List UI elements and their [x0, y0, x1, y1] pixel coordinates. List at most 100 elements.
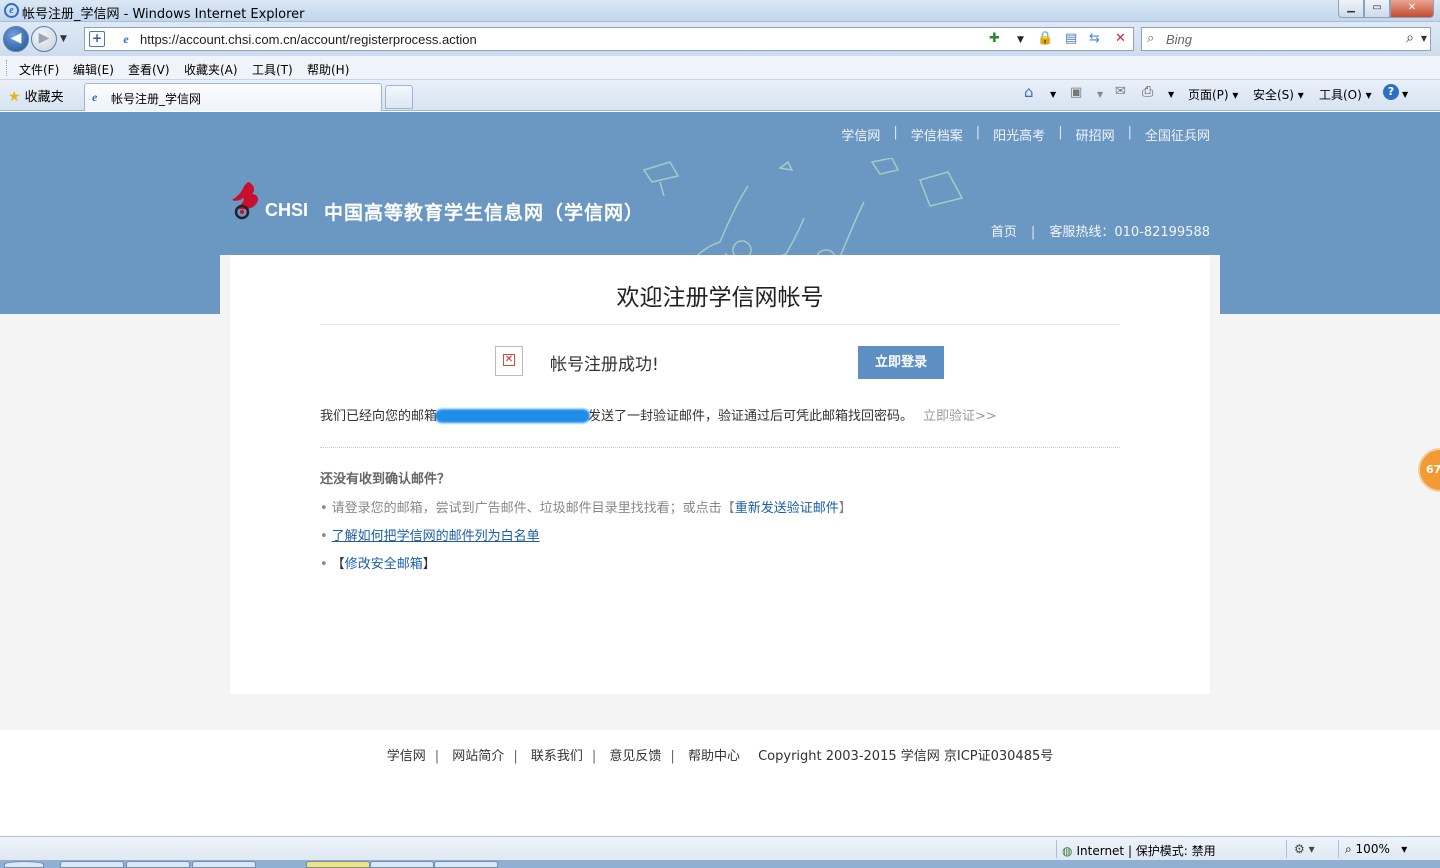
safety-menu[interactable]: 安全(S) ▾	[1253, 86, 1304, 103]
tools-menu[interactable]: 工具(O) ▾	[1319, 86, 1372, 103]
addon-dropdown-icon[interactable]: ▼	[1017, 35, 1024, 45]
zoom-control[interactable]: ⌕ 100% ▾	[1345, 842, 1407, 857]
history-dropdown-icon[interactable]: ▼	[60, 34, 67, 44]
bullet-icon: •	[320, 501, 328, 516]
mail-icon[interactable]: ✉	[1115, 84, 1126, 99]
change-security-email-link[interactable]: 修改安全邮箱	[345, 557, 423, 572]
taskbar-item[interactable]	[192, 861, 256, 868]
msg-suffix: 发送了一封验证邮件，验证通过后可凭此邮箱找回密码。	[588, 409, 914, 424]
back-button[interactable]: ◀	[3, 26, 29, 52]
close-window-button[interactable]: ✕	[1390, 0, 1434, 18]
nav-xuexinwang[interactable]: 学信网	[841, 125, 880, 144]
lock-icon[interactable]: 🔒	[1037, 31, 1053, 46]
minimize-button[interactable]: ▁	[1338, 0, 1364, 18]
maximize-button[interactable]: ▭	[1364, 0, 1390, 18]
new-tab-button[interactable]	[385, 85, 413, 109]
page-menu[interactable]: 页面(P) ▾	[1188, 86, 1238, 103]
compat-view-icon[interactable]: ▤	[1065, 31, 1077, 46]
forward-button[interactable]: ▶	[31, 26, 57, 52]
heading-divider	[320, 324, 1120, 325]
taskbar-item[interactable]	[370, 861, 434, 868]
login-now-button[interactable]: 立即登录	[858, 346, 944, 379]
page-menu-label: 页面(P)	[1188, 88, 1229, 102]
compatibility-icon[interactable]: +	[89, 31, 105, 47]
msg-prefix: 我们已经向您的邮箱	[320, 409, 438, 424]
feeds-dropdown-icon[interactable]: ▼	[1097, 90, 1103, 99]
refresh-icon[interactable]: ⇆	[1089, 31, 1100, 46]
resend-email-link[interactable]: 重新发送验证邮件	[735, 501, 839, 516]
taskbar-item[interactable]	[434, 861, 498, 868]
address-bar[interactable]: + e https://account.chsi.com.cn/account/…	[84, 27, 1134, 51]
page-viewport: 学信网 | 学信档案 | 阳光高考 | 研招网 | 全国征兵网 CHSI 中国高等教育学…	[0, 112, 1440, 836]
menu-file[interactable]: 文件(F)	[19, 61, 59, 78]
no-email-question: 还没有收到确认邮件？	[320, 472, 451, 487]
tip1-end: 】	[838, 501, 852, 516]
menu-favorites[interactable]: 收藏夹(A)	[184, 61, 238, 78]
ie-logo-icon: e	[4, 3, 19, 18]
print-icon[interactable]: ⎙	[1142, 84, 1153, 100]
nav-yanzhaowang[interactable]: 研招网	[1076, 125, 1115, 144]
safety-menu-label: 安全(S)	[1253, 88, 1294, 102]
home-dropdown-icon[interactable]: ▼	[1050, 90, 1056, 99]
window-titlebar: e 帐号注册_学信网 - Windows Internet Explorer ▁…	[0, 0, 1440, 22]
tip-change-email: • 【修改安全邮箱】	[320, 553, 436, 572]
help-icon[interactable]: ?	[1383, 84, 1399, 100]
logo-text-en: CHSI	[265, 200, 309, 220]
footer-link-contact[interactable]: 联系我们	[531, 749, 583, 764]
globe-icon: ◍	[1062, 844, 1073, 858]
help-dropdown-icon[interactable]: ▼	[1402, 90, 1408, 99]
star-icon: ★	[8, 89, 21, 105]
home-icon[interactable]: ⌂	[1024, 83, 1034, 101]
chsi-bird-logo-icon	[232, 182, 259, 220]
search-icon[interactable]: ⌕	[1406, 30, 1414, 46]
security-zone[interactable]: ◍ Internet | 保护模式: 禁用	[1062, 842, 1216, 859]
tab-current[interactable]: e 帐号注册_学信网	[84, 83, 382, 111]
site-top-nav: 学信网 | 学信档案 | 阳光高考 | 研招网 | 全国征兵网	[841, 125, 1210, 144]
footer-link-help[interactable]: 帮助中心	[688, 749, 740, 764]
favorites-button[interactable]: ★ 收藏夹	[8, 86, 64, 105]
menu-help[interactable]: 帮助(H)	[307, 61, 349, 78]
nav-xuexin-dangan[interactable]: 学信档案	[911, 125, 963, 144]
start-button[interactable]	[4, 861, 44, 868]
verify-now-link[interactable]: 立即验证>>	[923, 409, 997, 424]
whitelist-help-link[interactable]: 了解如何把学信网的邮件列为白名单	[332, 529, 540, 544]
taskbar-item[interactable]	[60, 861, 124, 868]
floating-badge[interactable]: 67	[1418, 448, 1440, 492]
success-image-icon: ✕	[495, 346, 523, 376]
addon-icon[interactable]: ✚	[989, 31, 1000, 46]
footer-links: 学信网 | 网站简介 | 联系我们 | 意见反馈 | 帮助中心 Copyright 20…	[386, 749, 1054, 764]
taskbar-item[interactable]	[126, 861, 190, 868]
feeds-icon[interactable]: ▣	[1070, 85, 1082, 100]
window-title: 帐号注册_学信网 - Windows Internet Explorer	[22, 7, 305, 22]
taskbar-item[interactable]	[306, 861, 370, 868]
search-box[interactable]: ⌕ Bing ⌕ ▼	[1141, 27, 1431, 51]
search-provider-icon: ⌕	[1147, 31, 1155, 46]
menu-edit[interactable]: 编辑(E)	[73, 61, 114, 78]
home-link[interactable]: 首页	[991, 225, 1017, 240]
success-message: 帐号注册成功!	[550, 355, 659, 375]
stop-icon[interactable]: ✕	[1115, 31, 1126, 46]
nav-zhengbing[interactable]: 全国征兵网	[1145, 125, 1210, 144]
bullet-icon: •	[320, 529, 328, 544]
url-text[interactable]: https://account.chsi.com.cn/account/regi…	[140, 32, 477, 47]
menu-view[interactable]: 查看(V)	[128, 61, 170, 78]
tab-title: 帐号注册_学信网	[111, 92, 202, 106]
tab-favicon-icon: e	[92, 90, 98, 104]
address-toolbar: ◀ ▶ ▼ + e https://account.chsi.com.cn/ac…	[0, 22, 1440, 56]
menu-bar: 文件(F) 编辑(E) 查看(V) 收藏夹(A) 工具(T) 帮助(H)	[0, 56, 1440, 80]
footer-link-xuexinwang[interactable]: 学信网	[387, 749, 426, 764]
site-footer: 学信网 | 网站简介 | 联系我们 | 意见反馈 | 帮助中心 Copyright 20…	[0, 730, 1440, 836]
search-options-icon[interactable]: ▼	[1421, 34, 1427, 43]
taskbar	[0, 860, 1440, 868]
nav-yangguang-gaokao[interactable]: 阳光高考	[993, 125, 1045, 144]
search-placeholder: Bing	[1166, 32, 1193, 47]
print-dropdown-icon[interactable]: ▼	[1168, 90, 1174, 99]
status-separator	[1338, 840, 1339, 858]
status-separator	[1056, 840, 1057, 858]
footer-link-about[interactable]: 网站简介	[452, 749, 504, 764]
footer-link-feedback[interactable]: 意见反馈	[609, 749, 661, 764]
protected-mode-icon[interactable]: ⚙ ▾	[1294, 842, 1315, 856]
menu-tools[interactable]: 工具(T)	[252, 61, 293, 78]
verification-message: 我们已经向您的邮箱 发送了一封验证邮件，验证通过后可凭此邮箱找回密码。 立即验证>>	[320, 405, 997, 424]
footer-copyright: Copyright 2003-2015 学信网 京ICP证030485号	[758, 749, 1054, 764]
